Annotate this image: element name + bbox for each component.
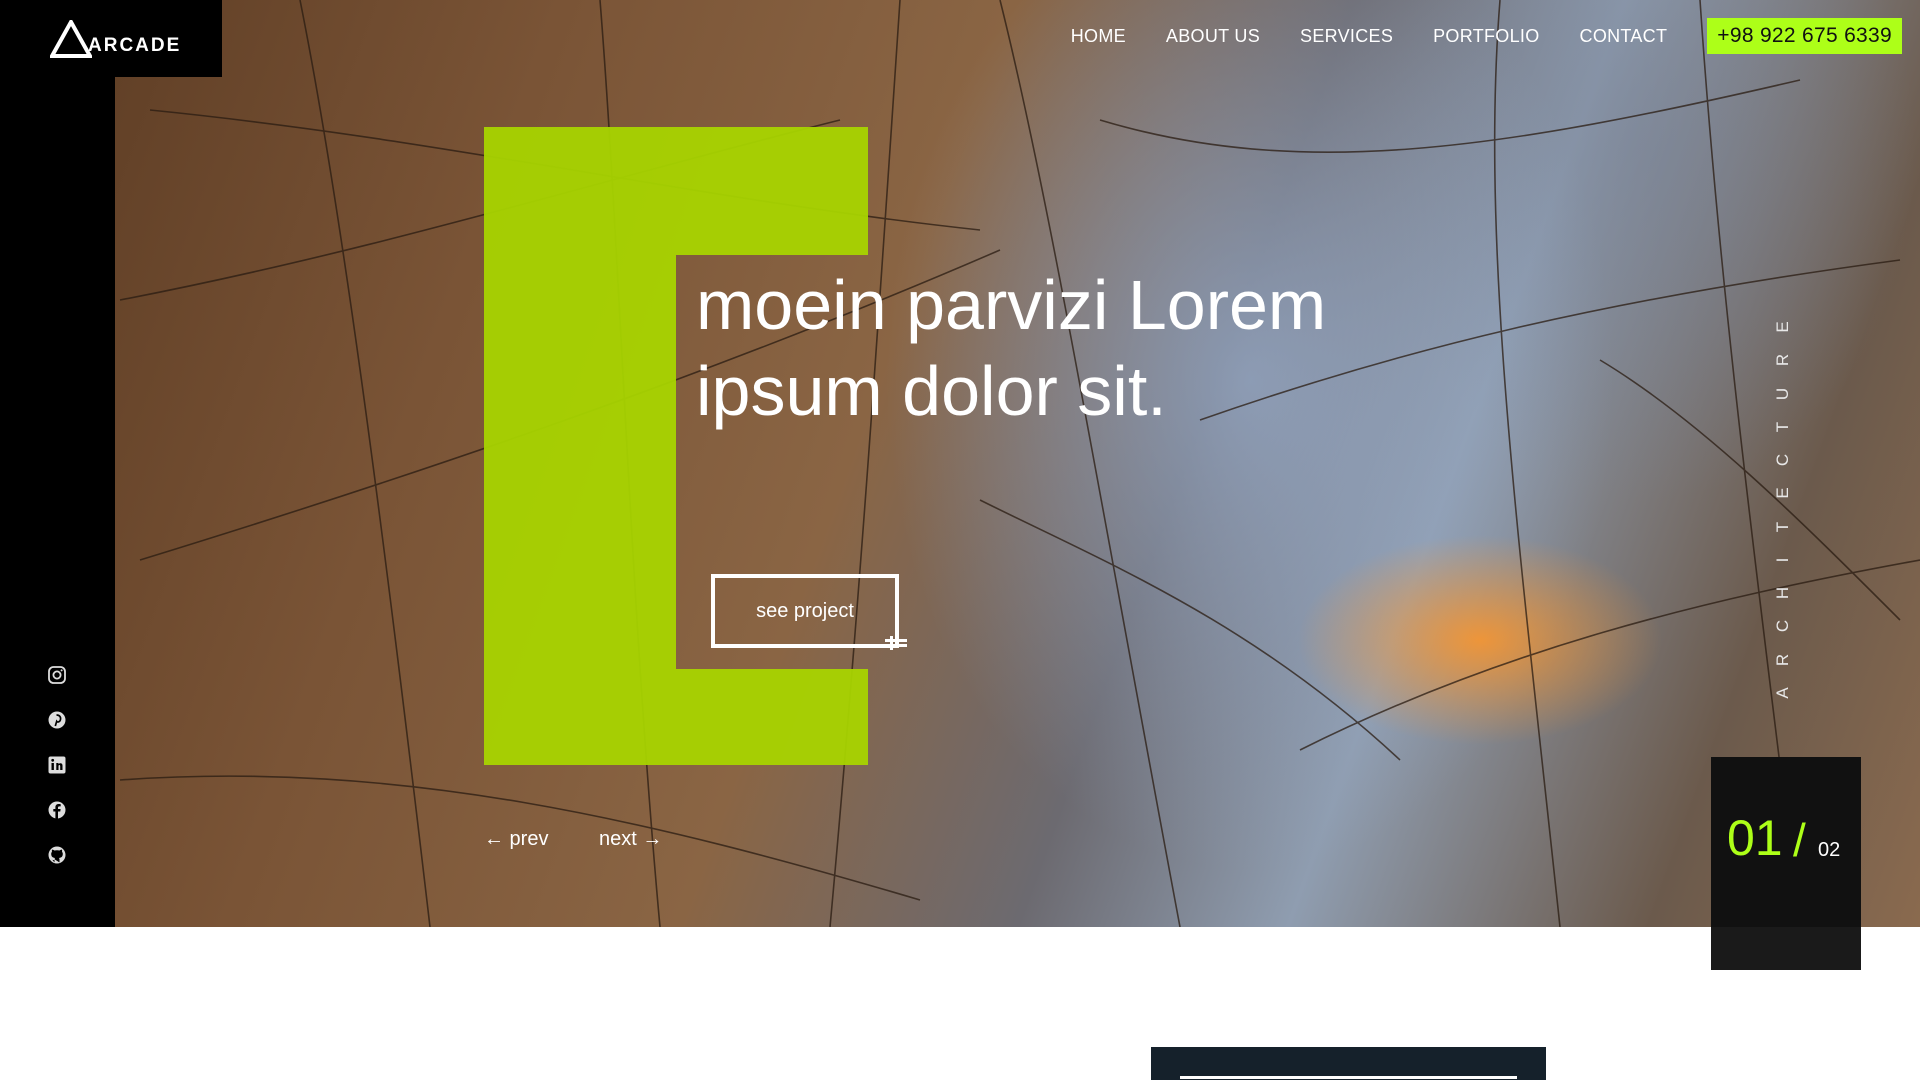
- nav-contact[interactable]: CONTACT: [1580, 26, 1668, 47]
- counter-separator: /: [1793, 814, 1806, 866]
- category-letter: R: [1773, 653, 1792, 666]
- category-letter: T: [1773, 421, 1792, 432]
- card-divider: [1180, 1076, 1517, 1079]
- main-nav: HOME ABOUT US SERVICES PORTFOLIO CONTACT…: [1071, 18, 1902, 54]
- brand-logo[interactable]: ARCADE: [0, 0, 222, 77]
- category-letter: A: [1773, 687, 1792, 699]
- category-letter: I: [1773, 557, 1792, 563]
- github-icon[interactable]: [46, 844, 68, 866]
- category-letter: H: [1773, 586, 1792, 600]
- triangle-logo-icon: [50, 19, 92, 58]
- counter-total: 02: [1818, 839, 1841, 861]
- headline-line-2: ipsum dolor sit.: [696, 352, 1167, 430]
- category-letter: E: [1773, 321, 1792, 333]
- accent-c-shape: [484, 127, 868, 765]
- nav-portfolio[interactable]: PORTFOLIO: [1433, 26, 1539, 47]
- category-letter: U: [1773, 387, 1792, 400]
- category-letter: E: [1773, 487, 1792, 499]
- brand-name: ARCADE: [88, 34, 182, 56]
- category-letter: T: [1773, 521, 1792, 532]
- next-link[interactable]: next →: [599, 828, 662, 851]
- see-project-label: see project: [756, 599, 854, 622]
- counter-footer: [1711, 927, 1861, 970]
- plus-icon: [885, 636, 907, 650]
- instagram-icon[interactable]: [46, 664, 68, 686]
- nav-home[interactable]: HOME: [1071, 26, 1126, 47]
- nav-services[interactable]: SERVICES: [1300, 26, 1393, 47]
- headline-line-1: moein parvizi Lorem: [696, 266, 1327, 344]
- category-letter: R: [1773, 354, 1792, 367]
- facebook-icon[interactable]: [46, 799, 68, 821]
- architecture-pattern: [119, 0, 1920, 927]
- counter-current: 01: [1727, 810, 1783, 866]
- category-vertical-label: E R U T C E T I H C R A: [1763, 320, 1803, 700]
- slide-counter: 01 / 02: [1711, 757, 1861, 970]
- dark-card: [1151, 1047, 1546, 1080]
- prev-link[interactable]: ← prev: [484, 828, 548, 851]
- category-letter: C: [1773, 453, 1792, 467]
- phone-button[interactable]: +98 922 675 6339: [1707, 18, 1902, 54]
- pinterest-icon[interactable]: [46, 709, 68, 731]
- nav-about-us[interactable]: ABOUT US: [1166, 26, 1260, 47]
- hero-background: [0, 0, 1920, 927]
- left-sidebar: [0, 0, 115, 927]
- see-project-button[interactable]: see project: [711, 574, 907, 650]
- category-letter: C: [1773, 620, 1792, 633]
- linkedin-icon[interactable]: [46, 754, 68, 776]
- hero-headline: moein parvizi Lorem ipsum dolor sit.: [696, 262, 1396, 434]
